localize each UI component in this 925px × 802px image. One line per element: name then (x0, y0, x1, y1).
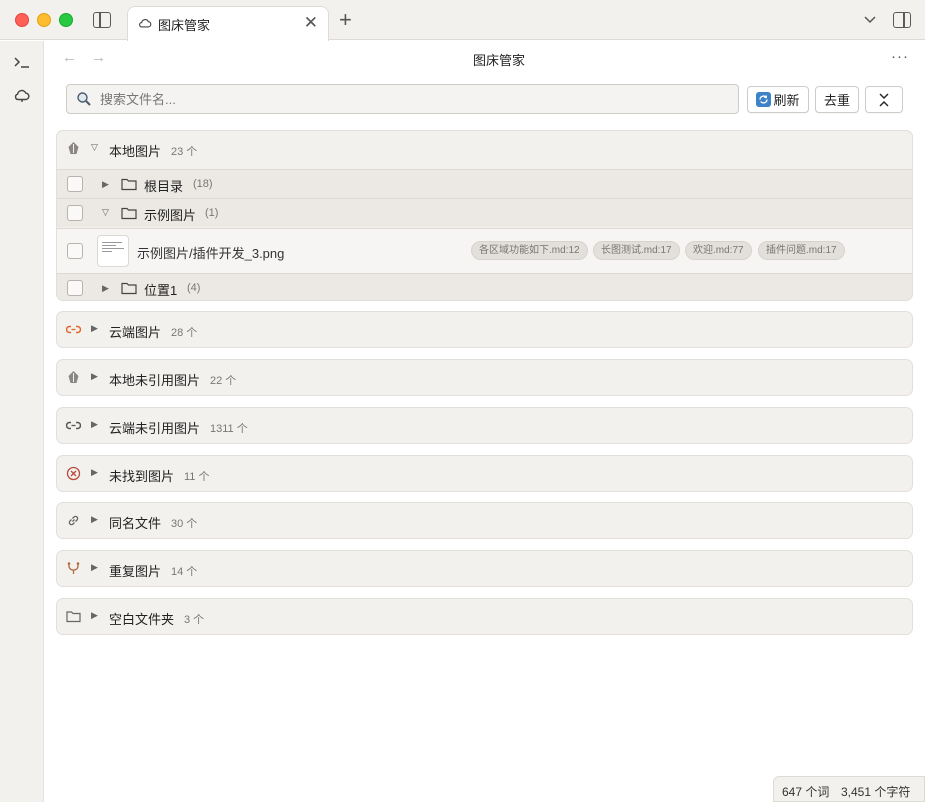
collapsed-arrow-icon[interactable]: ▶ (91, 610, 98, 621)
dedupe-button[interactable]: 去重 (815, 86, 859, 113)
collapsed-arrow-icon[interactable]: ▶ (91, 323, 98, 334)
search-icon (77, 92, 91, 106)
file-checkbox[interactable] (67, 243, 83, 259)
folder-count: (18) (193, 178, 213, 190)
folder-checkbox[interactable] (67, 280, 83, 296)
collapsed-arrow-icon[interactable]: ▶ (91, 419, 98, 430)
group-label: 未找到图片 (109, 469, 175, 484)
reference-tag[interactable]: 插件问题.md:17 (758, 241, 845, 260)
tab-close-icon[interactable]: ✕ (304, 13, 318, 33)
folder-checkbox[interactable] (67, 205, 83, 221)
chevron-down-icon[interactable] (862, 11, 878, 27)
folder-row[interactable]: ▶ 位置1 (4) (57, 273, 912, 300)
group-duplicates[interactable]: ▶ 重复图片 14 个 (56, 550, 913, 587)
group-count: 1311 个 (210, 423, 248, 435)
group-label: 本地未引用图片 (109, 373, 201, 388)
link-icon (68, 515, 79, 526)
zoom-window-button[interactable] (59, 13, 73, 27)
terminal-icon[interactable] (13, 53, 31, 71)
cloud-icon (139, 19, 152, 28)
collapsed-arrow-icon[interactable]: ▶ (91, 467, 98, 478)
folder-label: 位置1 (144, 283, 178, 298)
search-box[interactable] (66, 84, 739, 114)
toggle-right-sidebar-icon[interactable] (893, 12, 911, 28)
folder-icon (121, 282, 137, 295)
collapsed-arrow-icon[interactable]: ▶ (91, 562, 98, 573)
folder-row[interactable]: ▽ 示例图片 (1) (57, 198, 912, 227)
tab-image-manager[interactable]: 图床管家 ✕ (127, 6, 329, 41)
folder-label: 示例图片 (144, 208, 197, 223)
folder-checkbox[interactable] (67, 176, 83, 192)
group-label: 云端未引用图片 (109, 421, 201, 436)
file-row[interactable]: 示例图片/插件开发_3.png 各区域功能如下.md:12 长图测试.md:17… (57, 228, 912, 273)
error-circle-icon (66, 466, 81, 481)
image-thumbnail[interactable] (97, 235, 129, 267)
back-arrow-icon[interactable]: ← (62, 49, 77, 66)
folder-count: (1) (205, 207, 219, 219)
search-input[interactable] (100, 89, 720, 109)
group-empty-folders[interactable]: ▶ 空白文件夹 3 个 (56, 598, 913, 635)
group-count: 28 个 (171, 327, 198, 339)
minimize-window-button[interactable] (37, 13, 51, 27)
toggle-left-sidebar-icon[interactable] (93, 12, 111, 28)
status-bar: 647 个词 3,451 个字符 (773, 776, 925, 802)
group-label: 同名文件 (109, 516, 162, 531)
forward-arrow-icon[interactable]: → (91, 49, 106, 66)
page-title: 图床管家 (473, 53, 526, 68)
group-count: 11 个 (184, 471, 210, 483)
expand-arrow-icon[interactable]: ▽ (91, 142, 98, 153)
char-count: 3,451 个字符 (841, 785, 911, 799)
folder-icon (66, 611, 81, 623)
folder-row[interactable]: ▶ 根目录 (18) (57, 169, 912, 198)
group-cloud-images[interactable]: ▶ 云端图片 28 个 (56, 311, 913, 348)
collapsed-arrow-icon[interactable]: ▶ (91, 514, 98, 525)
expanded-arrow-icon[interactable]: ▽ (102, 207, 109, 218)
group-local-images: ▽ 本地图片 23 个 ▶ 根目录 (18) ▽ 示例图片 (1) 示例图片/插… (56, 130, 913, 301)
collapsed-arrow-icon[interactable]: ▶ (102, 283, 109, 294)
group-local-unreferenced[interactable]: ▶ 本地未引用图片 22 个 (56, 359, 913, 396)
merge-icon (67, 562, 80, 574)
group-not-found[interactable]: ▶ 未找到图片 11 个 (56, 455, 913, 492)
refresh-button[interactable]: 刷新 (747, 86, 809, 113)
new-tab-button[interactable]: + (339, 7, 352, 33)
reference-tag[interactable]: 各区域功能如下.md:12 (471, 241, 588, 260)
group-label: 重复图片 (109, 564, 162, 579)
group-count: 22 个 (210, 375, 237, 387)
group-label: 云端图片 (109, 325, 162, 340)
group-same-name[interactable]: ▶ 同名文件 30 个 (56, 502, 913, 539)
collapse-icon (879, 93, 889, 106)
cloud-link-icon (66, 325, 81, 334)
folder-icon (121, 178, 137, 191)
folder-icon (121, 207, 137, 220)
collapse-all-button[interactable] (865, 86, 903, 113)
group-count: 30 个 (171, 518, 198, 530)
group-label[interactable]: 本地图片 (109, 141, 161, 160)
group-count: 14 个 (171, 566, 198, 578)
group-count: 3 个 (184, 614, 205, 626)
more-options-icon[interactable]: ··· (891, 48, 909, 65)
reference-tag[interactable]: 长图测试.md:17 (593, 241, 680, 260)
left-ribbon (0, 41, 44, 802)
group-cloud-unreferenced[interactable]: ▶ 云端未引用图片 1311 个 (56, 407, 913, 444)
cloud-link-icon (66, 421, 81, 430)
file-name[interactable]: 示例图片/插件开发_3.png (137, 243, 284, 262)
refresh-icon (756, 92, 772, 107)
collapsed-arrow-icon[interactable]: ▶ (91, 371, 98, 382)
close-window-button[interactable] (15, 13, 29, 27)
tab-title: 图床管家 (158, 18, 211, 33)
local-icon (68, 371, 79, 383)
cloud-sync-icon[interactable] (13, 86, 31, 104)
collapsed-arrow-icon[interactable]: ▶ (102, 179, 109, 190)
group-count: 23 个 (171, 146, 198, 158)
reference-tag[interactable]: 欢迎.md:77 (685, 241, 752, 260)
group-label: 空白文件夹 (109, 612, 175, 627)
title-bar: 图床管家 ✕ + (0, 0, 925, 41)
word-count: 647 个词 (782, 785, 830, 799)
folder-label: 根目录 (144, 179, 184, 194)
local-icon (68, 142, 79, 154)
folder-count: (4) (187, 282, 201, 294)
refresh-label: 刷新 (773, 93, 800, 108)
